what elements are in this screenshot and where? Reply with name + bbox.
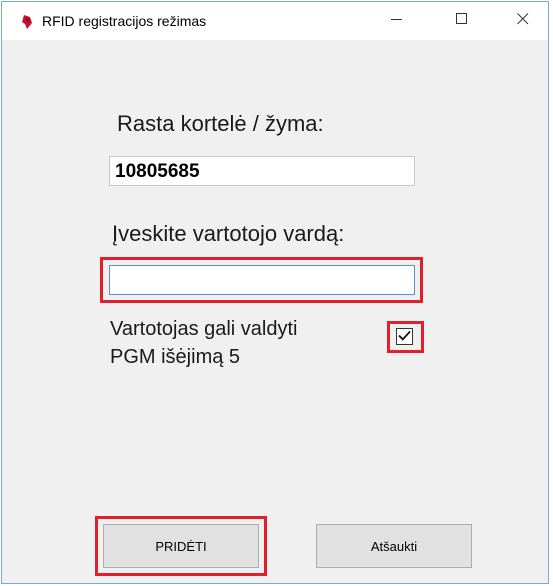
title-bar[interactable]: RFID registracijos režimas [2, 2, 548, 40]
maximize-icon [456, 12, 468, 30]
card-found-label: Rasta kortelė / žyma: [117, 111, 324, 136]
minimize-icon [391, 12, 403, 30]
close-icon [517, 12, 529, 30]
maximize-button[interactable] [439, 2, 485, 40]
rfid-registration-window: RFID registracijos režimas Rasta kortelė… [1, 1, 549, 584]
window-title: RFID registracijos režimas [42, 13, 207, 29]
close-button[interactable] [500, 2, 546, 40]
pgm-permission-label-line1: Vartotojas gali valdyti [110, 318, 298, 340]
pgm-permission-checkbox[interactable] [396, 328, 413, 345]
checkmark-icon [398, 328, 411, 346]
card-number-field: 10805685 [109, 156, 415, 186]
rfid-app-icon [20, 14, 34, 30]
add-button[interactable]: PRIDĖTI [103, 524, 259, 568]
cancel-button[interactable]: Atšaukti [316, 524, 472, 568]
pgm-permission-label: Vartotojas gali valdyti PGM išėjimą 5 [110, 315, 380, 371]
minimize-button[interactable] [374, 2, 420, 40]
pgm-permission-label-line2: PGM išėjimą 5 [110, 346, 241, 368]
username-input[interactable] [109, 265, 415, 295]
username-label: Įveskite vartotojo vardą: [112, 221, 345, 246]
